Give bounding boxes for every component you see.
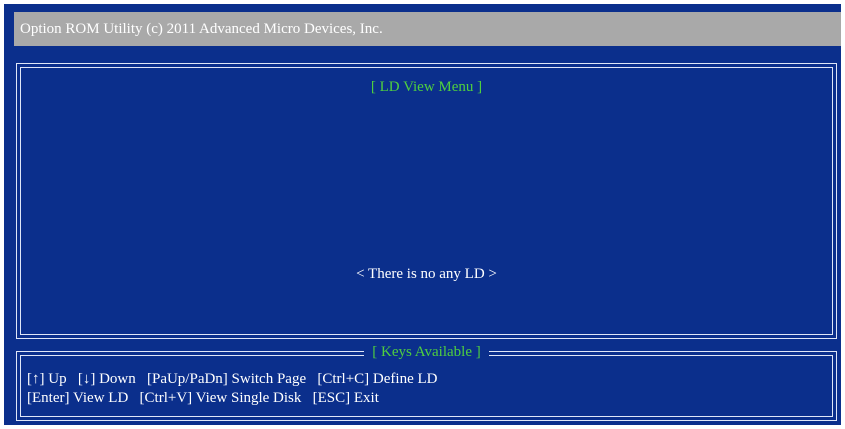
key-hint-line-1: [↑] Up [↓] Down [PaUp/PaDn] Switch Page … (27, 371, 438, 387)
bios-screen: Option ROM Utility (c) 2011 Advanced Mic… (4, 4, 841, 425)
ld-view-panel: [ LD View Menu ] < There is no any LD > (16, 63, 837, 339)
key-hints: [↑] Up [↓] Down [PaUp/PaDn] Switch Page … (27, 370, 437, 408)
app-title-bar: Option ROM Utility (c) 2011 Advanced Mic… (14, 12, 841, 46)
keys-available-title: [ Keys Available ] (364, 343, 489, 361)
keys-available-panel: [ Keys Available ] [↑] Up [↓] Down [PaUp… (16, 343, 837, 421)
key-hint-line-2: [Enter] View LD [Ctrl+V] View Single Dis… (27, 390, 379, 406)
app-title: Option ROM Utility (c) 2011 Advanced Mic… (20, 21, 383, 37)
ld-view-menu-title: [ LD View Menu ] (370, 79, 483, 95)
no-ld-message: < There is no any LD > (356, 266, 497, 282)
ld-view-panel-inner-border (20, 67, 833, 335)
keys-title-wrap: [ Keys Available ] (17, 343, 836, 361)
